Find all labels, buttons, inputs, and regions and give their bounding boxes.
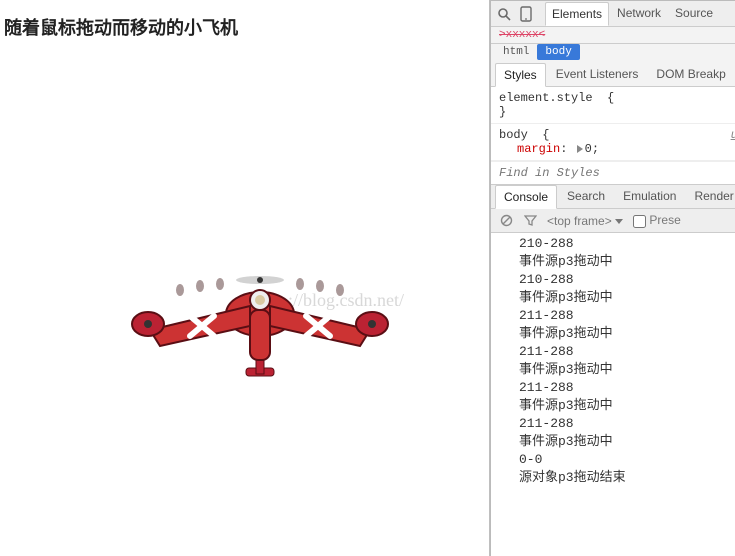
console-log-line: 211-288 <box>491 343 735 361</box>
value-expand-icon[interactable] <box>577 145 583 153</box>
crumb-body[interactable]: body <box>537 44 579 60</box>
console-log-line: 事件源p3拖动中 <box>491 253 735 271</box>
tab-elements[interactable]: Elements <box>545 2 609 26</box>
drawer-tab-rendering[interactable]: Render <box>686 185 735 208</box>
breadcrumb: html body <box>491 44 735 63</box>
console-log-line: 事件源p3拖动中 <box>491 289 735 307</box>
console-log-line: 211-288 <box>491 307 735 325</box>
devtools-toolbar: Elements Network Source <box>491 1 735 27</box>
console-log-line: 211-288 <box>491 379 735 397</box>
page-title: 随着鼠标拖动而移动的小飞机 <box>0 0 489 54</box>
console-log-line: 事件源p3拖动中 <box>491 325 735 343</box>
console-log-line: 事件源p3拖动中 <box>491 361 735 379</box>
body-selector: body <box>499 128 528 142</box>
prop-margin: margin <box>499 142 560 156</box>
val-margin: 0 <box>585 142 592 156</box>
tab-sources[interactable]: Source <box>669 2 719 25</box>
console-log-line: 事件源p3拖动中 <box>491 433 735 451</box>
drawer-tab-search[interactable]: Search <box>559 185 613 208</box>
element-style-selector: element.style <box>499 91 593 105</box>
search-icon[interactable] <box>497 7 511 21</box>
drawer-tabs: Console Search Emulation Render <box>491 185 735 209</box>
subtab-dom-breakpoints[interactable]: DOM Breakp <box>648 63 733 86</box>
console-log-line: 210-288 <box>491 271 735 289</box>
drawer-tab-emulation[interactable]: Emulation <box>615 185 684 208</box>
subtab-event-listeners[interactable]: Event Listeners <box>548 63 647 86</box>
clear-console-icon[interactable] <box>499 214 513 228</box>
console-toolbar: <top frame> Prese <box>491 209 735 233</box>
styles-pane: element.style { } u body { margin: 0; <box>491 87 735 185</box>
devtools-panel: Elements Network Source >xxxxx< html bod… <box>490 0 735 556</box>
styles-subtabs: Styles Event Listeners DOM Breakp <box>491 63 735 87</box>
find-in-styles-input[interactable] <box>491 161 735 185</box>
subtab-styles[interactable]: Styles <box>495 63 546 87</box>
drawer-tab-console[interactable]: Console <box>495 185 557 209</box>
struck-element: >xxxxx< <box>491 27 553 43</box>
preserve-log-toggle[interactable]: Prese <box>633 213 681 227</box>
frame-selector[interactable]: <top frame> <box>547 214 623 228</box>
chevron-down-icon <box>615 219 623 224</box>
body-style-block[interactable]: u body { margin: 0; <box>491 124 735 161</box>
page-viewport: 随着鼠标拖动而移动的小飞机 http://blog.csdn.net/ <box>0 0 490 556</box>
crumb-html[interactable]: html <box>495 44 537 60</box>
console-log-line: 211-288 <box>491 415 735 433</box>
element-style-block[interactable]: element.style { } <box>491 87 735 124</box>
tab-network[interactable]: Network <box>611 2 667 25</box>
console-log-line: 0-0 <box>491 451 735 469</box>
style-origin-link[interactable]: u <box>731 128 735 142</box>
filter-icon[interactable] <box>523 214 537 228</box>
console-output[interactable]: 210-288事件源p3拖动中210-288事件源p3拖动中211-288事件源… <box>491 233 735 556</box>
console-log-line: 210-288 <box>491 235 735 253</box>
airplane-sprite[interactable] <box>120 260 400 390</box>
console-log-line: 事件源p3拖动中 <box>491 397 735 415</box>
main-tabs: Elements Network Source <box>545 2 719 25</box>
console-log-line: 源对象p3拖动结束 <box>491 469 735 487</box>
dom-struck-row: >xxxxx< <box>491 27 735 44</box>
device-icon[interactable] <box>519 7 533 21</box>
